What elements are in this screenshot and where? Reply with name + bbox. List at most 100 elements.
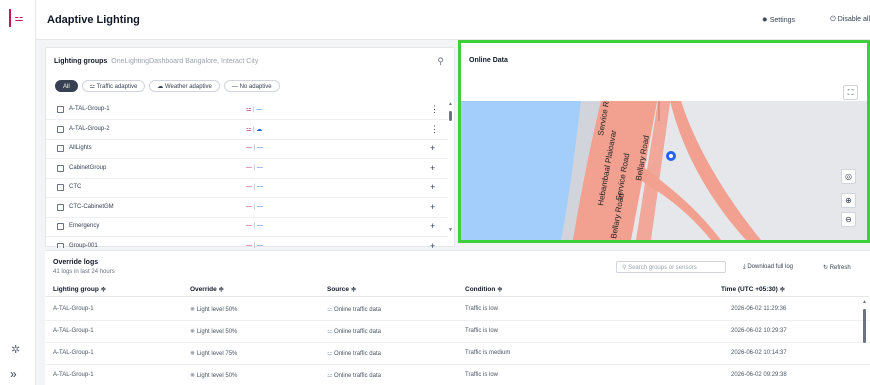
scroll-thumb[interactable]	[863, 309, 866, 343]
logs-scrollbar[interactable]: ▲	[862, 299, 867, 381]
col-condition[interactable]: Condition ≑	[465, 285, 503, 293]
scroll-up-icon[interactable]: ▲	[448, 101, 453, 107]
filter-chip[interactable]: ⚍ Traffic adaptive	[81, 80, 146, 92]
disable-label: Disable all	[837, 16, 870, 23]
page-title: Adaptive Lighting	[47, 14, 140, 26]
log-lighting-group: A-TAL-Group-1	[53, 328, 94, 334]
group-row[interactable]: CTC-CabinetGM — | — +	[46, 198, 448, 218]
col-source[interactable]: Source ≑	[327, 285, 356, 293]
light-bulb-icon: ✺	[190, 329, 197, 335]
traffic-status-icon: —	[246, 164, 252, 171]
logs-search-input[interactable]: ⚲ Search groups or sensors	[616, 261, 726, 273]
log-condition-text: Traffic is low	[465, 372, 499, 378]
group-checkbox[interactable]	[57, 106, 64, 113]
log-override-text: Light level 50%	[196, 373, 238, 379]
refresh-label: Refresh	[829, 265, 851, 271]
group-action-button[interactable]: +	[430, 221, 435, 231]
group-action-button[interactable]: ⋮	[430, 124, 439, 135]
download-icon: ⤓	[743, 264, 746, 270]
weather-status-icon: —	[256, 223, 263, 229]
groups-list: A-TAL-Group-1 ⚍ | — ⋮ A-TAL-Group-2 ⚍ | ☁ ⋮ Al…	[46, 100, 448, 248]
group-checkbox[interactable]	[57, 203, 64, 211]
refresh-button[interactable]: ↻ Refresh	[823, 264, 851, 271]
logs-subtitle: 41 logs in last 24 hours	[53, 269, 115, 275]
group-status: ⚍ | ☁	[246, 126, 263, 133]
download-label: Download full log	[747, 264, 794, 270]
map-view[interactable]: Service Ro Hebambaal Plaioavar Service R…	[461, 101, 867, 240]
group-name: A-TAL-Group-2	[69, 125, 110, 132]
log-source-text: Online traffic data	[334, 307, 381, 313]
log-lighting-group: A-TAL-Group-1	[53, 306, 94, 312]
group-action-button[interactable]: +	[430, 182, 435, 192]
weather-status-icon: —	[256, 203, 263, 210]
light-bulb-icon: ✺	[190, 351, 197, 357]
group-row[interactable]: AllLights — | — +	[46, 139, 448, 159]
log-row[interactable]: A-TAL-Group-1 ✺ Light level 50% ⚍ Online t…	[45, 365, 870, 385]
log-row[interactable]: A-TAL-Group-1 ✺ Light level 75% ⚍ Online t…	[45, 343, 870, 365]
col-time[interactable]: Time (UTC +05:30) ≑	[721, 285, 785, 293]
filter-chips: All ⚍ Traffic adaptive ☁ Weather adaptive —…	[55, 80, 280, 92]
log-time: 2026-06-02 09:29:38	[731, 372, 787, 378]
traffic-light-icon: ⚍	[327, 351, 335, 357]
expand-rail-icon[interactable]: »	[10, 367, 17, 381]
group-row[interactable]: Emergency — | — +	[46, 217, 448, 237]
log-lighting-group: A-TAL-Group-1	[53, 372, 94, 378]
zoom-in-icon[interactable]: ⊕	[841, 193, 856, 208]
log-lighting-group-text: A-TAL-Group-1	[53, 372, 94, 378]
group-action-button[interactable]: +	[430, 143, 435, 153]
group-name: Emergency	[69, 223, 100, 229]
filter-chip[interactable]: — No adaptive	[223, 80, 280, 92]
scroll-thumb[interactable]	[449, 111, 452, 121]
locate-icon[interactable]: ◎	[841, 169, 856, 184]
disable-all-button[interactable]: ⏻ Disable all	[830, 16, 870, 24]
log-lighting-group-text: A-TAL-Group-1	[53, 350, 94, 356]
settings-button[interactable]: ✹ Settings	[762, 16, 795, 24]
log-row[interactable]: A-TAL-Group-1 ✺ Light level 50% ⚍ Online t…	[45, 299, 870, 321]
group-action-button[interactable]: +	[430, 163, 435, 173]
group-status: — | —	[246, 145, 263, 151]
traffic-status-icon: —	[246, 184, 252, 190]
download-log-button[interactable]: ⤓ Download full log	[743, 264, 793, 271]
group-action-button[interactable]: +	[430, 202, 435, 212]
traffic-light-icon: ⚍	[327, 329, 335, 335]
scroll-up-icon[interactable]: ▲	[862, 299, 867, 305]
group-row[interactable]: Group-001 — | — +	[46, 237, 448, 249]
group-action-button[interactable]: ⋮	[430, 104, 439, 115]
log-row[interactable]: A-TAL-Group-1 ✺ Light level 50% ⚍ Online t…	[45, 321, 870, 343]
group-row[interactable]: A-TAL-Group-2 ⚍ | ☁ ⋮	[46, 120, 448, 140]
log-source: ⚍ Online traffic data	[327, 350, 381, 357]
top-bar: Adaptive Lighting ✹ Settings ⏻ Disable a…	[36, 0, 870, 40]
traffic-status-icon: —	[246, 145, 252, 151]
app-logo-icon[interactable]: ⚍	[9, 9, 27, 27]
log-time-text: 2026-06-02 09:29:38	[731, 372, 787, 378]
group-row[interactable]: CabinetGroup — | — +	[46, 159, 448, 179]
col-lighting-group[interactable]: Lighting group ≑	[53, 285, 106, 293]
refresh-icon: ↻	[823, 265, 829, 271]
group-checkbox[interactable]	[57, 125, 64, 133]
groups-scrollbar[interactable]: ▲ ▼	[448, 101, 453, 238]
fullscreen-icon[interactable]: ⛶	[843, 85, 858, 100]
group-checkbox[interactable]	[57, 164, 64, 172]
zoom-out-icon[interactable]: ⊖	[841, 212, 856, 227]
group-action-button[interactable]: +	[430, 241, 435, 249]
group-checkbox[interactable]	[57, 242, 64, 248]
filter-chip[interactable]: ☁ Weather adaptive	[149, 80, 220, 92]
gear-icon[interactable]: ✲	[11, 343, 20, 356]
group-checkbox[interactable]	[57, 145, 64, 152]
scroll-down-icon[interactable]: ▼	[448, 227, 453, 233]
groups-subtitle: OneLightingDashboard Bangalore, Interact…	[111, 58, 259, 65]
log-condition: Traffic is medium	[465, 350, 510, 356]
filter-chip[interactable]: All	[55, 80, 78, 92]
col-override[interactable]: Override ≑	[190, 285, 224, 293]
override-logs-panel: Override logs 41 logs in last 24 hours ⚲…	[45, 250, 870, 385]
log-lighting-group: A-TAL-Group-1	[53, 350, 94, 356]
search-icon[interactable]: ⚲	[437, 56, 444, 67]
log-source-text: Online traffic data	[334, 351, 381, 357]
group-row[interactable]: A-TAL-Group-1 ⚍ | — ⋮	[46, 100, 448, 120]
group-checkbox[interactable]	[57, 223, 64, 230]
group-row[interactable]: CTC — | — +	[46, 178, 448, 198]
side-rail: ⚍ ✲ »	[0, 0, 36, 385]
light-bulb-icon: ✺	[190, 307, 197, 313]
group-status: — | —	[246, 164, 263, 171]
group-checkbox[interactable]	[57, 184, 64, 191]
